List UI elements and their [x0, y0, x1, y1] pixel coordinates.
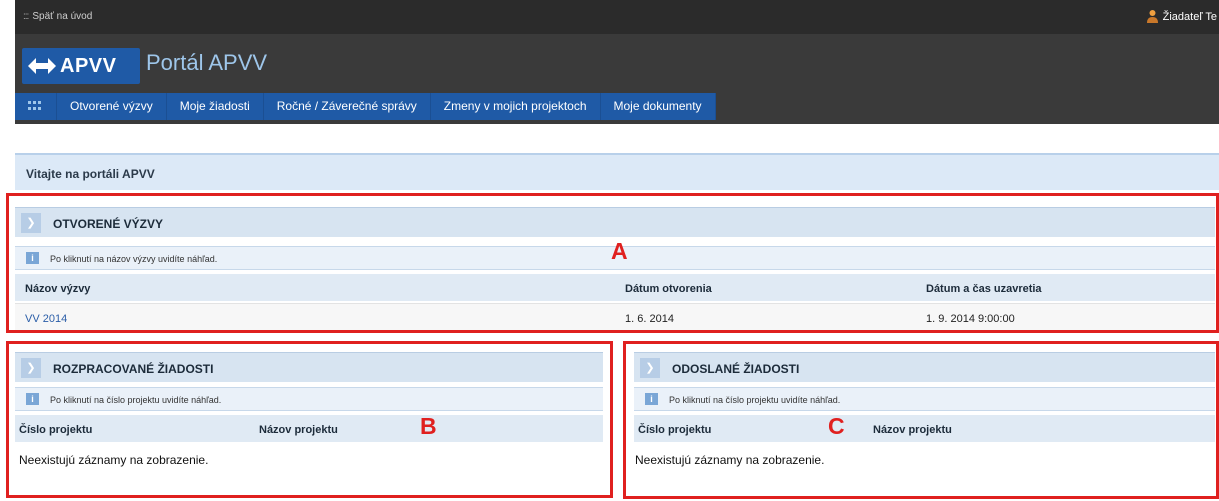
portal-title: Portál APVV [146, 50, 268, 75]
user-name: Žiadateľ Te [1162, 11, 1217, 23]
page: ::: Späť na úvod Žiadateľ Te APVV Portál … [0, 0, 1219, 501]
nav-apps-button[interactable] [15, 93, 57, 120]
annotation-label-c: C [828, 413, 845, 439]
apvv-logo[interactable]: APVV [22, 48, 140, 84]
main-nav: Otvorené výzvy Moje žiadosti Ročné / Záv… [15, 93, 716, 120]
grid-dots-icon: ::: [23, 11, 29, 22]
nav-my-documents[interactable]: Moje dokumenty [601, 93, 716, 120]
welcome-title: Vitajte na portáli APVV [26, 167, 155, 181]
nav-project-changes[interactable]: Zmeny v mojich projektoch [431, 93, 601, 120]
logo-text: APVV [60, 55, 117, 77]
annotation-box-c [623, 341, 1219, 499]
annotation-label-a: A [611, 238, 628, 264]
nav-reports[interactable]: Ročné / Záverečné správy [264, 93, 431, 120]
annotation-label-b: B [420, 413, 437, 439]
nav-open-calls[interactable]: Otvorené výzvy [57, 93, 167, 120]
apvv-arrows-icon [28, 55, 56, 83]
user-icon [1146, 9, 1159, 23]
header: APVV Portál APVV Otvorené výzvy Moje žia… [15, 34, 1219, 124]
user-menu[interactable]: Žiadateľ Te [1146, 9, 1217, 23]
back-to-home-link[interactable]: ::: Späť na úvod [23, 11, 92, 22]
back-label: Späť na úvod [32, 11, 93, 22]
top-bar: ::: Späť na úvod Žiadateľ Te [15, 0, 1219, 34]
nav-my-applications[interactable]: Moje žiadosti [167, 93, 264, 120]
grid-icon [28, 101, 41, 110]
welcome-banner: Vitajte na portáli APVV [15, 153, 1219, 190]
annotation-box-b [6, 341, 613, 498]
